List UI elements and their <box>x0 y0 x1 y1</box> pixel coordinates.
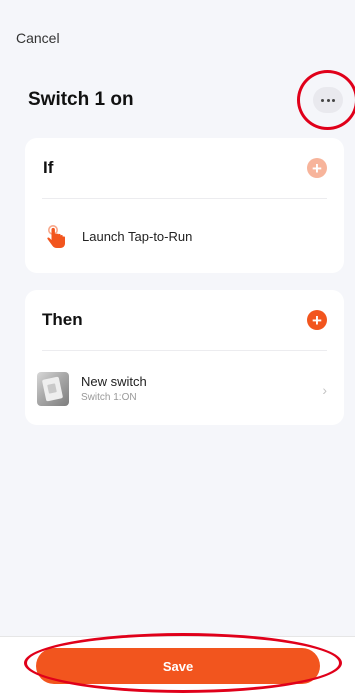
if-label: If <box>43 158 54 177</box>
more-horizontal-icon <box>326 98 330 102</box>
page-title: Switch 1 on <box>28 89 134 110</box>
device-thumbnail <box>37 371 69 406</box>
condition-text: Launch Tap-to-Run <box>82 229 193 244</box>
if-card-header: If + <box>42 138 327 199</box>
cancel-button[interactable]: Cancel <box>16 30 60 46</box>
chevron-right-icon: › <box>322 382 327 398</box>
scene-edit-screen: Cancel Switch 1 on If + Launch Tap-to-Ru… <box>0 0 355 693</box>
tap-hand-icon <box>47 224 65 248</box>
device-text: New switch Switch 1:ON <box>81 374 147 403</box>
device-name: New switch <box>81 374 147 389</box>
if-card: If + Launch Tap-to-Run <box>25 138 344 273</box>
save-button[interactable]: Save <box>36 648 320 684</box>
then-card-header: Then + <box>42 290 327 351</box>
plus-icon: + <box>312 310 322 330</box>
add-condition-button[interactable]: + <box>307 158 327 178</box>
more-options-button[interactable] <box>313 87 343 113</box>
more-horizontal-icon <box>332 98 335 102</box>
then-card: Then + New switch Switch 1:ON › <box>25 290 344 425</box>
condition-row[interactable]: Launch Tap-to-Run <box>42 200 327 273</box>
action-row[interactable]: New switch Switch 1:ON › <box>37 352 327 425</box>
more-horizontal-icon <box>321 98 324 102</box>
then-label: Then <box>42 310 83 329</box>
device-status: Switch 1:ON <box>81 392 137 403</box>
plus-icon: + <box>312 158 322 178</box>
add-action-button[interactable]: + <box>307 310 327 330</box>
